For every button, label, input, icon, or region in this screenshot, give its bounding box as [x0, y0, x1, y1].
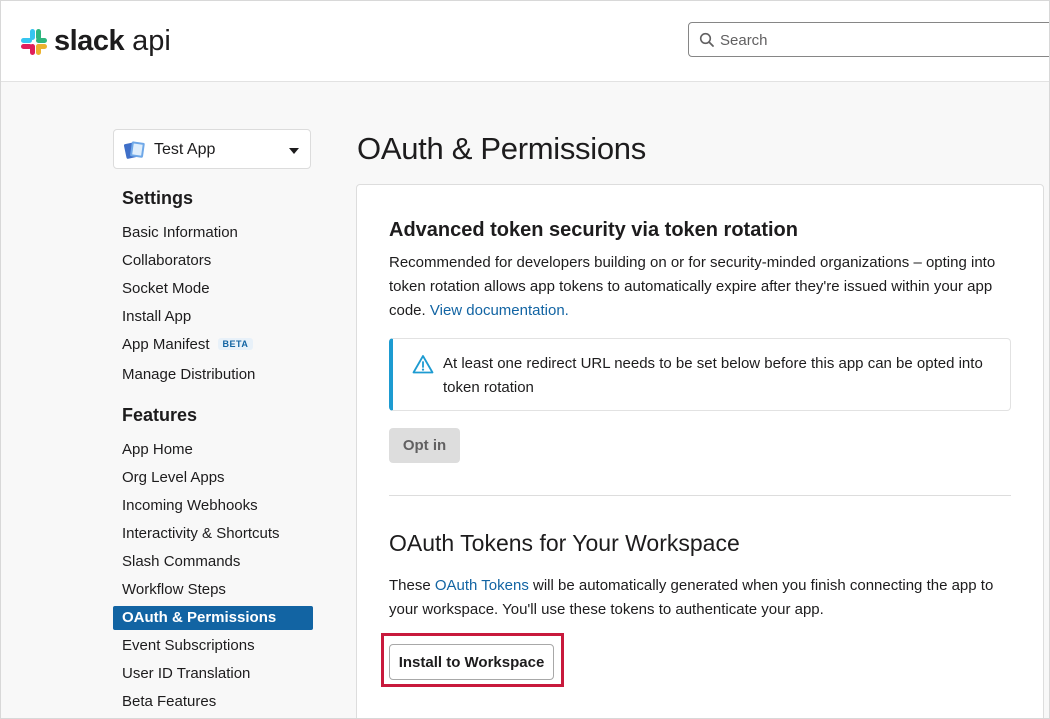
oauth-tokens-description: These OAuth Tokens will be automatically…: [389, 574, 1019, 622]
sidebar-item-interactivity-shortcuts[interactable]: Interactivity & Shortcuts: [122, 525, 280, 542]
slack-api-logo[interactable]: slack api: [19, 25, 171, 58]
beta-badge: BETA: [217, 338, 254, 350]
sidebar-item-oauth-permissions[interactable]: OAuth & Permissions: [113, 606, 313, 630]
search-icon: [699, 32, 714, 47]
app-selector-dropdown[interactable]: Test App: [113, 129, 311, 169]
sidebar-item-collaborators[interactable]: Collaborators: [122, 252, 211, 269]
sidebar-item-app-home[interactable]: App Home: [122, 441, 193, 458]
app-book-icon: [124, 141, 145, 159]
chevron-down-icon: [289, 148, 299, 154]
warning-triangle-icon: [412, 355, 434, 374]
features-heading: Features: [122, 405, 198, 425]
sidebar-item-manage-distribution[interactable]: Manage Distribution: [122, 366, 255, 383]
search-input[interactable]: Search: [688, 22, 1049, 57]
app-name: Test App: [154, 141, 216, 158]
sidebar-item-basic-information[interactable]: Basic Information: [122, 224, 238, 241]
sidebar-item-label: App Manifest: [122, 336, 210, 353]
sidebar-item-app-manifest[interactable]: App Manifest BETA: [122, 336, 254, 353]
sidebar-item-beta-features[interactable]: Beta Features: [122, 693, 216, 710]
opt-in-button[interactable]: Opt in: [389, 428, 460, 463]
sidebar-item-workflow-steps[interactable]: Workflow Steps: [122, 581, 226, 598]
sidebar-item-user-id-translation[interactable]: User ID Translation: [122, 665, 250, 682]
browser-frame: slack api Search Test App Settings Basic…: [0, 0, 1050, 719]
sidebar-item-slash-commands[interactable]: Slash Commands: [122, 553, 240, 570]
sidebar-item-incoming-webhooks[interactable]: Incoming Webhooks: [122, 497, 258, 514]
install-to-workspace-button[interactable]: Install to Workspace: [389, 644, 554, 680]
page-title: OAuth & Permissions: [357, 131, 646, 166]
search-placeholder: Search: [720, 32, 768, 49]
token-rotation-description: Recommended for developers building on o…: [389, 251, 1019, 323]
top-header: slack api Search: [1, 1, 1049, 82]
slack-logo-icon: [21, 28, 47, 55]
oauth-tokens-link[interactable]: OAuth Tokens: [435, 577, 529, 594]
settings-heading: Settings: [122, 188, 194, 208]
sidebar-item-event-subscriptions[interactable]: Event Subscriptions: [122, 637, 255, 654]
token-rotation-alert: At least one redirect URL needs to be se…: [389, 338, 1011, 411]
view-documentation-link[interactable]: View documentation.: [430, 302, 569, 319]
logo-text-slack: slack: [54, 25, 125, 57]
sidebar-item-socket-mode[interactable]: Socket Mode: [122, 280, 210, 297]
section-divider: [389, 495, 1011, 496]
oauth-tokens-title: OAuth Tokens for Your Workspace: [389, 530, 740, 556]
alert-message: At least one redirect URL needs to be se…: [443, 355, 983, 396]
sidebar-item-install-app[interactable]: Install App: [122, 308, 191, 325]
oauth-desc-before: These: [389, 577, 431, 594]
token-rotation-title: Advanced token security via token rotati…: [389, 219, 798, 241]
sidebar-item-org-level-apps[interactable]: Org Level Apps: [122, 469, 225, 486]
logo-text-api: api: [132, 25, 171, 57]
